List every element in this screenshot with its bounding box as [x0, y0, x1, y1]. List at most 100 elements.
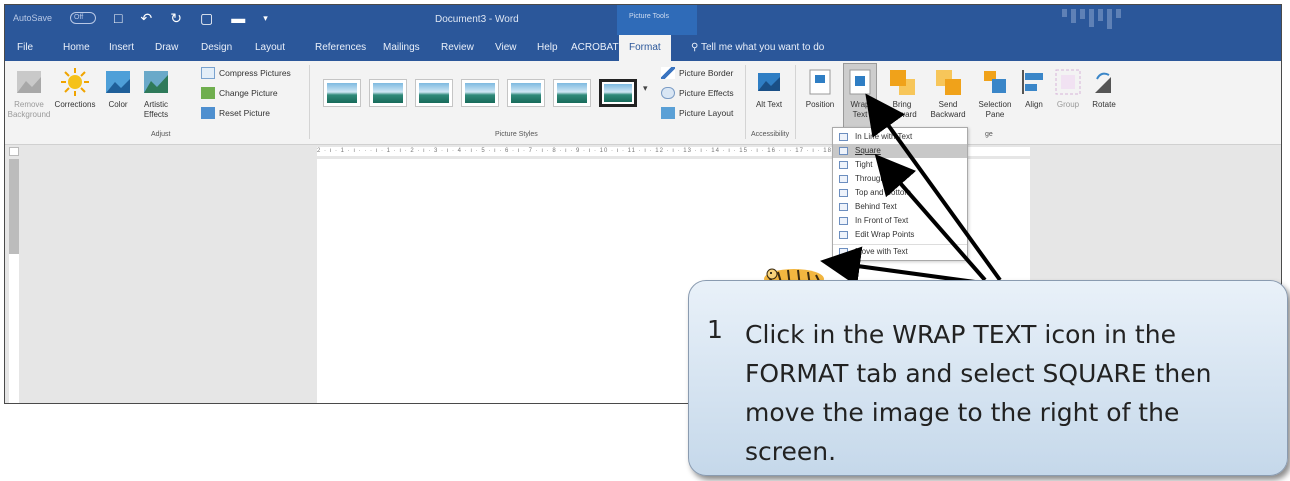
- menu-item-label: Top and Bottom: [855, 188, 912, 197]
- vertical-ruler[interactable]: [9, 159, 19, 403]
- tab-file[interactable]: File: [17, 42, 33, 53]
- picture-style-5[interactable]: [507, 79, 545, 107]
- remove-background-icon: [17, 71, 41, 93]
- picture-style-7[interactable]: [599, 79, 637, 107]
- align-label: Align: [1025, 100, 1043, 109]
- selection-pane-icon: [984, 71, 1006, 93]
- selection-pane-label: Selection Pane: [978, 100, 1012, 119]
- title-bar: AutoSave Off □ ↶ ↻ ▢ ▬ ▾ Document3 - Wor…: [5, 5, 1281, 35]
- menu-item-square[interactable]: Square: [833, 144, 967, 158]
- wrap-text-label: Wrap Text: [850, 100, 870, 119]
- picture-style-1[interactable]: [323, 79, 361, 107]
- rotate-button[interactable]: Rotate: [1087, 67, 1121, 110]
- picture-style-2[interactable]: [369, 79, 407, 107]
- quick-access-toolbar: AutoSave Off □ ↶ ↻ ▢ ▬ ▾: [13, 11, 268, 25]
- menu-item-top-and-bottom[interactable]: Top and Bottom: [833, 186, 967, 200]
- bring-forward-button[interactable]: Bring Forward: [881, 67, 923, 120]
- menu-item-tight[interactable]: Tight: [833, 158, 967, 172]
- send-backward-button[interactable]: Send Backward: [925, 67, 971, 120]
- picture-tools-label: Picture Tools: [617, 5, 697, 35]
- menu-item-behind-text[interactable]: Behind Text: [833, 200, 967, 214]
- tab-view[interactable]: View: [495, 42, 517, 53]
- move-with-text-icon: [839, 248, 848, 256]
- picture-effects-icon: [661, 87, 675, 99]
- selection-pane-button[interactable]: Selection Pane: [973, 67, 1017, 120]
- alt-text-button[interactable]: Alt Text: [749, 67, 789, 110]
- autosave-label: AutoSave: [13, 13, 53, 23]
- menu-item-in-front-of-text[interactable]: In Front of Text: [833, 214, 967, 228]
- change-picture-icon: [201, 87, 215, 99]
- menu-item-through[interactable]: Through: [833, 172, 967, 186]
- bring-forward-label: Bring Forward: [887, 100, 917, 119]
- new-document-icon[interactable]: ▢: [200, 11, 213, 25]
- redo-icon[interactable]: ↻: [170, 11, 182, 25]
- align-icon: [1022, 70, 1043, 94]
- menu-item-label: Move with Text: [855, 247, 908, 256]
- tab-format[interactable]: Format: [619, 35, 671, 61]
- send-backward-label: Send Backward: [930, 100, 966, 119]
- picture-effects-label: Picture Effects: [679, 88, 734, 98]
- picture-border-button[interactable]: Picture Border: [661, 67, 733, 79]
- group-button[interactable]: Group: [1051, 67, 1085, 110]
- tell-me-search[interactable]: ⚲ Tell me what you want to do: [691, 42, 824, 53]
- remove-background-button[interactable]: Remove Background: [7, 67, 51, 120]
- tab-layout[interactable]: Layout: [255, 42, 285, 53]
- menu-item-edit-wrap-points[interactable]: Edit Wrap Points: [833, 228, 967, 242]
- tab-home[interactable]: Home: [63, 42, 90, 53]
- arrange-group-label: ge: [985, 131, 993, 138]
- compress-pictures-label: Compress Pictures: [219, 68, 291, 78]
- save-icon[interactable]: □: [114, 11, 122, 25]
- tab-selector-button[interactable]: [9, 147, 19, 156]
- format-ribbon: Remove Background Corrections Color Arti…: [5, 61, 1281, 145]
- menu-item-label: Behind Text: [855, 202, 897, 211]
- picture-style-4[interactable]: [461, 79, 499, 107]
- wrap-text-button[interactable]: Wrap Text: [843, 67, 877, 120]
- picture-style-3[interactable]: [415, 79, 453, 107]
- open-folder-icon[interactable]: ▬: [231, 11, 245, 25]
- tab-review[interactable]: Review: [441, 42, 474, 53]
- group-divider: [309, 65, 310, 139]
- picture-layout-button[interactable]: Picture Layout: [661, 107, 733, 119]
- reset-picture-label: Reset Picture: [219, 108, 271, 118]
- tab-mailings[interactable]: Mailings: [383, 42, 420, 53]
- undo-icon[interactable]: ↶: [141, 11, 153, 25]
- menu-item-in-line-with-text[interactable]: In Line with Text: [833, 130, 967, 144]
- ribbon-tabs: File Home Insert Draw Design Layout Refe…: [5, 35, 1281, 61]
- rotate-icon: [1095, 72, 1111, 93]
- position-label: Position: [805, 100, 835, 109]
- search-icon: ⚲: [691, 42, 699, 53]
- corrections-button[interactable]: Corrections: [53, 67, 97, 110]
- tab-references[interactable]: References: [315, 42, 366, 53]
- pencil-icon: [661, 67, 675, 79]
- tab-acrobat[interactable]: ACROBAT: [571, 42, 619, 53]
- artistic-effects-icon: [144, 71, 168, 93]
- artistic-effects-button[interactable]: Artistic Effects: [137, 67, 175, 120]
- autosave-toggle[interactable]: Off: [70, 12, 97, 24]
- menu-item-label: Through: [855, 174, 885, 183]
- document-title: Document3 - Word: [435, 14, 519, 25]
- tab-design[interactable]: Design: [201, 42, 232, 53]
- picture-effects-button[interactable]: Picture Effects: [661, 87, 734, 99]
- change-picture-button[interactable]: Change Picture: [201, 87, 278, 99]
- tab-draw[interactable]: Draw: [155, 42, 178, 53]
- step-instruction: Click in the WRAP TEXT icon in the FORMA…: [745, 320, 1212, 466]
- menu-item-label: In Line with Text: [855, 132, 913, 141]
- align-button[interactable]: Align: [1019, 67, 1049, 110]
- menu-item-move-with-text[interactable]: Move with Text: [833, 244, 967, 258]
- wrap-front-icon: [839, 217, 848, 225]
- reset-picture-button[interactable]: Reset Picture: [201, 107, 270, 119]
- customize-toolbar-icon[interactable]: ▾: [263, 11, 268, 25]
- picture-style-6[interactable]: [553, 79, 591, 107]
- color-button[interactable]: Color: [101, 67, 135, 110]
- styles-more-icon[interactable]: ▾: [643, 83, 648, 94]
- menu-item-label: Square: [855, 146, 881, 155]
- alt-text-label: Alt Text: [755, 100, 783, 109]
- position-button[interactable]: Position: [801, 67, 839, 110]
- picture-layout-label: Picture Layout: [679, 108, 734, 118]
- tab-help[interactable]: Help: [537, 42, 558, 53]
- change-picture-label: Change Picture: [219, 88, 278, 98]
- compress-pictures-button[interactable]: Compress Pictures: [201, 67, 291, 79]
- picture-styles-group-label: Picture Styles: [495, 131, 538, 138]
- compress-icon: [201, 67, 215, 79]
- tab-insert[interactable]: Insert: [109, 42, 134, 53]
